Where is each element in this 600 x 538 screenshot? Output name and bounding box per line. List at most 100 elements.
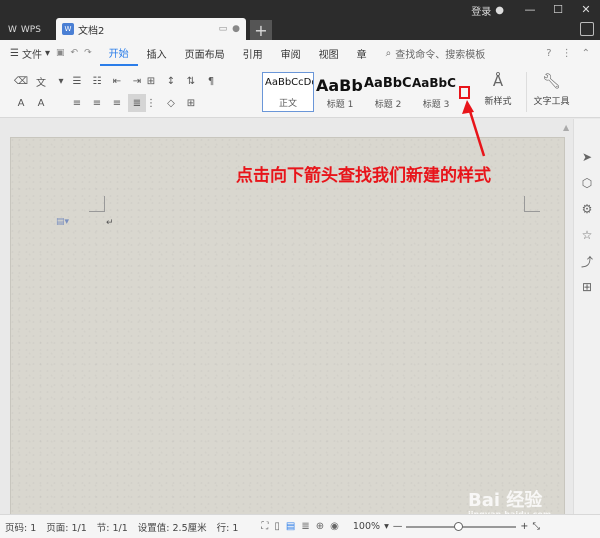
search-icon: ⌕	[385, 47, 392, 59]
more-icon[interactable]: ⋮	[562, 48, 572, 59]
status-section: 节: 1/1	[96, 522, 128, 534]
monitor-icon[interactable]: ▭	[219, 24, 228, 34]
title-bar: W WPS W 文档2 ▭ ● + 登录 ● — ☐ ✕	[0, 0, 600, 40]
status-bar: 页码: 1 页面: 1/1 节: 1/1 设置值: 2.5厘米 行: 1 ⛶ ▯…	[0, 514, 600, 538]
tab-extras: ▭ ●	[219, 24, 240, 34]
fit-page-icon[interactable]: ⤡	[532, 521, 540, 532]
save-icon[interactable]: ▣	[56, 48, 65, 58]
bullet-list-icon[interactable]: ☰	[68, 72, 86, 90]
align-left-icon[interactable]: ≡	[68, 94, 86, 112]
style-heading-2[interactable]: AaBbC 标题 2	[362, 72, 414, 112]
annotation-arrow-icon	[462, 100, 486, 157]
tab-chapter[interactable]: 章	[348, 40, 376, 66]
tab-page-layout[interactable]: 页面布局	[176, 40, 234, 66]
shading-icon[interactable]: ◇	[162, 94, 180, 112]
help-icon[interactable]: ?	[546, 48, 551, 59]
apps-icon[interactable]: ⊞	[579, 279, 595, 295]
close-button[interactable]: ✕	[572, 0, 600, 18]
cursor-icon[interactable]: ➤	[579, 149, 595, 165]
scroll-up-icon[interactable]: ▲	[563, 123, 571, 133]
style-heading-1[interactable]: AaBb 标题 1	[314, 72, 366, 112]
minimize-button[interactable]: —	[516, 0, 544, 18]
align-right-icon[interactable]: ≡	[108, 94, 126, 112]
fullscreen-icon[interactable]: ⛶	[261, 521, 268, 532]
paragraph-group-1: ☰ ☷ ⇤ ⇥ ≡ ≡ ≡ ≣	[68, 72, 146, 112]
unsaved-dot-icon[interactable]: ●	[232, 24, 240, 34]
view-mode-icons: ⛶ ▯ ▤ ≣ ⊕ ◉	[261, 521, 338, 532]
margin-corner-top-right	[524, 196, 540, 212]
zoom-dropdown-icon[interactable]: ▾	[384, 521, 389, 532]
tab-insert[interactable]: 插入	[138, 40, 176, 66]
star-icon[interactable]: ☆	[579, 227, 595, 243]
style-preview: AaBb	[316, 76, 363, 95]
char-shading-icon[interactable]: A	[32, 94, 50, 112]
redo-icon[interactable]: ↷	[84, 48, 92, 58]
chinese-layout-icon[interactable]: ⊞	[142, 72, 160, 90]
zoom-level[interactable]: 100%	[353, 521, 380, 532]
status-line: 行: 1	[216, 522, 239, 534]
search-placeholder: 查找命令、搜索模板	[395, 49, 486, 61]
user-avatar-icon: ●	[495, 4, 504, 16]
style-label: 正文	[278, 99, 297, 109]
eraser-icon[interactable]: ⌫	[12, 72, 30, 90]
style-preview: AaBbC	[412, 76, 456, 90]
tab-references[interactable]: 引用	[234, 40, 272, 66]
paragraph-mark-icon: ↵	[106, 218, 114, 228]
file-menu-label: 文件	[21, 49, 42, 61]
collapse-ribbon-icon[interactable]: ⌃	[582, 48, 590, 59]
new-tab-button[interactable]: +	[250, 20, 272, 40]
wps-home-tab[interactable]: W WPS	[0, 20, 56, 40]
decrease-indent-icon[interactable]: ⇤	[108, 72, 126, 90]
word-doc-icon: W	[62, 23, 74, 35]
document-tab[interactable]: W 文档2 ▭ ●	[56, 18, 246, 40]
phonetic-icon[interactable]: 文	[32, 72, 50, 90]
style-heading-3[interactable]: AaBbC 标题 3	[410, 72, 462, 112]
text-tools-label: 文字工具	[533, 97, 570, 107]
document-page[interactable]: ▤▾ ↵	[10, 137, 565, 527]
login-button[interactable]: 登录 ●	[471, 2, 504, 18]
eye-protect-icon[interactable]: ◉	[330, 521, 339, 532]
zoom-slider-thumb[interactable]	[454, 521, 464, 531]
command-search[interactable]: ⌕ 查找命令、搜索模板	[386, 46, 486, 61]
line-spacing-icon[interactable]: ↕	[162, 72, 180, 90]
style-label: 标题 3	[422, 100, 450, 110]
align-center-icon[interactable]: ≡	[88, 94, 106, 112]
share-icon[interactable]: ⤴	[579, 253, 595, 269]
web-view-icon[interactable]: ⊕	[316, 521, 324, 532]
wps-logo-icon: W	[8, 25, 17, 35]
instruction-annotation: 点击向下箭头查找我们新建的样式	[236, 166, 491, 186]
outline-icon[interactable]: ≣	[301, 521, 309, 532]
side-panel-toggle-icon[interactable]	[580, 22, 594, 36]
font-color-icon[interactable]: A	[12, 94, 30, 112]
zoom-slider[interactable]	[406, 521, 517, 531]
adjust-icon[interactable]: ⚙	[579, 201, 595, 217]
read-mode-icon[interactable]: ▯	[274, 521, 280, 532]
borders-icon[interactable]: ⊞	[182, 94, 200, 112]
numbered-list-icon[interactable]: ☷	[88, 72, 106, 90]
zoom-out-button[interactable]: —	[393, 521, 403, 532]
show-marks-icon[interactable]: ¶	[202, 72, 220, 90]
menu-right-icons: ? ⋮ ⌃	[546, 48, 600, 59]
paragraph-handle-icon[interactable]: ▤▾	[56, 217, 69, 227]
distributed-icon[interactable]: ⋮	[142, 94, 160, 112]
shapes-icon[interactable]: ⬡	[579, 175, 595, 191]
window-controls: — ☐ ✕	[516, 0, 600, 18]
undo-icon[interactable]: ↶	[71, 48, 79, 58]
page-view-icon[interactable]: ▤	[286, 521, 295, 532]
tab-view[interactable]: 视图	[310, 40, 348, 66]
styles-dropdown-button[interactable]	[459, 86, 470, 99]
watermark-text: Bai 经验	[468, 490, 543, 511]
style-preview: AaBbCcDd	[265, 77, 313, 88]
tab-home[interactable]: 开始	[99, 40, 138, 66]
menu-bar: ☰ 文件 ▾ ▣ ↶ ↷ 开始 插入 页面布局 引用 审阅 视图 章 ⌕ 查找命…	[0, 40, 600, 66]
zoom-control: 100% ▾ — + ⤡	[353, 521, 540, 532]
zoom-in-button[interactable]: +	[520, 521, 528, 532]
maximize-button[interactable]: ☐	[544, 0, 572, 18]
new-style-icon: Å	[492, 72, 504, 90]
style-normal[interactable]: AaBbCcDd 正文	[262, 72, 314, 112]
sort-icon[interactable]: ⇅	[182, 72, 200, 90]
tab-review[interactable]: 审阅	[272, 40, 310, 66]
chevron-down-icon: ▾	[44, 47, 50, 59]
text-tools-button[interactable]: 🔧︎ 文字工具	[526, 72, 576, 112]
file-menu[interactable]: ☰ 文件 ▾	[0, 46, 56, 61]
